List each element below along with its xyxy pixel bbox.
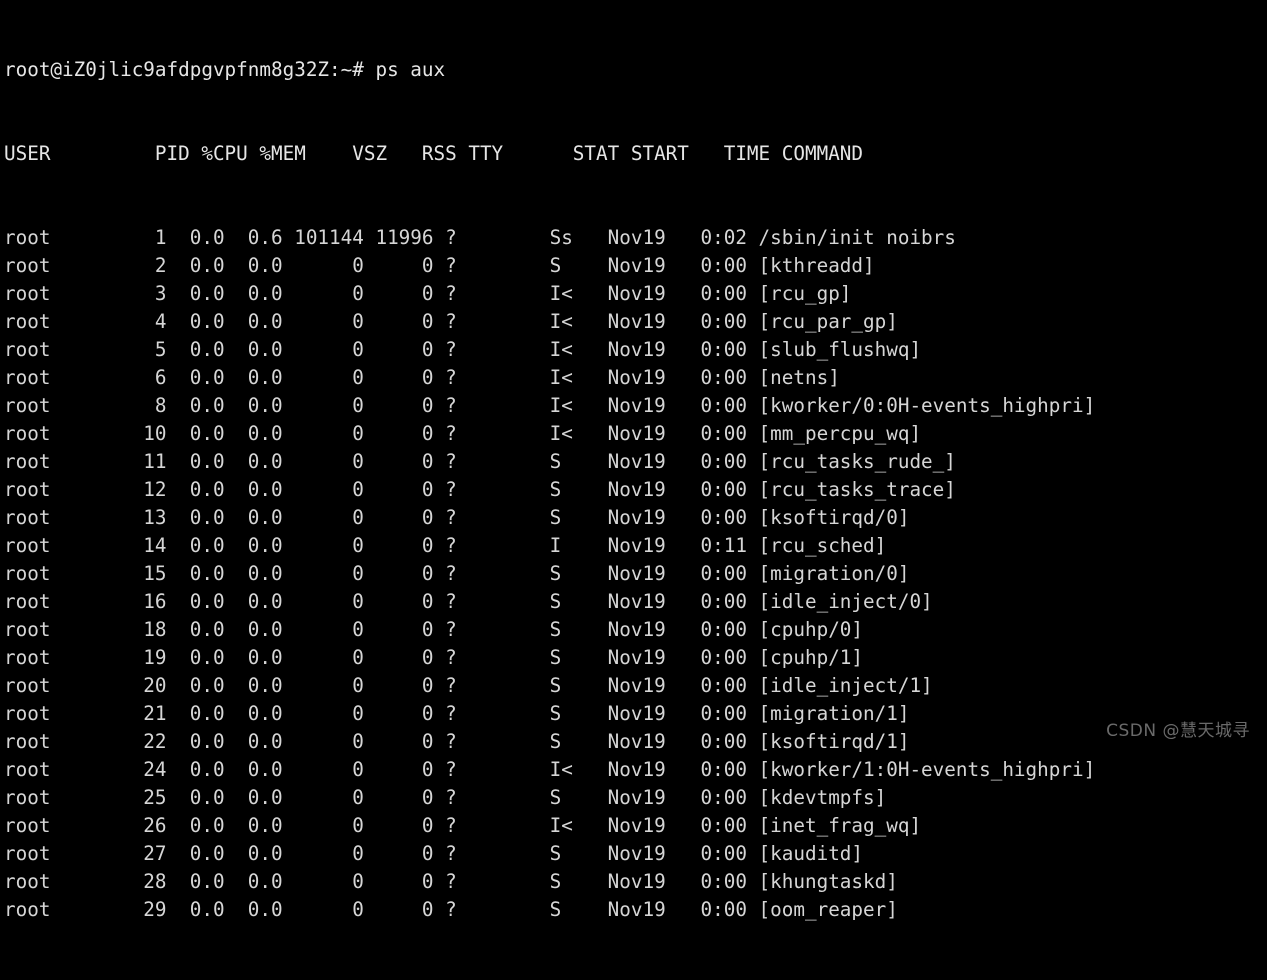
prompt-line: root@iZ0jlic9afdpgvpfnm8g32Z:~# ps aux [4, 58, 446, 81]
process-row: root 18 0.0 0.0 0 0 ? S Nov19 0:00 [cpuh… [4, 618, 864, 641]
process-row: root 3 0.0 0.0 0 0 ? I< Nov19 0:00 [rcu_… [4, 282, 852, 305]
process-row: root 22 0.0 0.0 0 0 ? S Nov19 0:00 [ksof… [4, 730, 910, 753]
process-row: root 8 0.0 0.0 0 0 ? I< Nov19 0:00 [kwor… [4, 394, 1096, 417]
process-row: root 10 0.0 0.0 0 0 ? I< Nov19 0:00 [mm_… [4, 422, 922, 445]
process-row: root 26 0.0 0.0 0 0 ? I< Nov19 0:00 [ine… [4, 814, 922, 837]
process-row: root 25 0.0 0.0 0 0 ? S Nov19 0:00 [kdev… [4, 786, 887, 809]
process-row: root 29 0.0 0.0 0 0 ? S Nov19 0:00 [oom_… [4, 898, 898, 921]
process-row: root 1 0.0 0.6 101144 11996 ? Ss Nov19 0… [4, 226, 956, 249]
process-row: root 11 0.0 0.0 0 0 ? S Nov19 0:00 [rcu_… [4, 450, 956, 473]
process-row: root 15 0.0 0.0 0 0 ? S Nov19 0:00 [migr… [4, 562, 910, 585]
process-row: root 12 0.0 0.0 0 0 ? S Nov19 0:00 [rcu_… [4, 478, 956, 501]
ps-table-header: USER PID %CPU %MEM VSZ RSS TTY STAT STAR… [4, 142, 864, 165]
ps-table-body: root 1 0.0 0.6 101144 11996 ? Ss Nov19 0… [4, 224, 1267, 924]
process-row: root 28 0.0 0.0 0 0 ? S Nov19 0:00 [khun… [4, 870, 898, 893]
process-row: root 14 0.0 0.0 0 0 ? I Nov19 0:11 [rcu_… [4, 534, 887, 557]
process-row: root 16 0.0 0.0 0 0 ? S Nov19 0:00 [idle… [4, 590, 933, 613]
process-row: root 19 0.0 0.0 0 0 ? S Nov19 0:00 [cpuh… [4, 646, 864, 669]
process-row: root 21 0.0 0.0 0 0 ? S Nov19 0:00 [migr… [4, 702, 910, 725]
terminal-window[interactable]: root@iZ0jlic9afdpgvpfnm8g32Z:~# ps aux U… [0, 0, 1267, 921]
process-row: root 2 0.0 0.0 0 0 ? S Nov19 0:00 [kthre… [4, 254, 875, 277]
process-row: root 5 0.0 0.0 0 0 ? I< Nov19 0:00 [slub… [4, 338, 922, 361]
process-row: root 20 0.0 0.0 0 0 ? S Nov19 0:00 [idle… [4, 674, 933, 697]
process-row: root 27 0.0 0.0 0 0 ? S Nov19 0:00 [kaud… [4, 842, 864, 865]
process-row: root 6 0.0 0.0 0 0 ? I< Nov19 0:00 [netn… [4, 366, 840, 389]
terminal-screen[interactable]: root@iZ0jlic9afdpgvpfnm8g32Z:~# ps aux U… [4, 0, 1267, 980]
process-row: root 24 0.0 0.0 0 0 ? I< Nov19 0:00 [kwo… [4, 758, 1096, 781]
process-row: root 13 0.0 0.0 0 0 ? S Nov19 0:00 [ksof… [4, 506, 910, 529]
process-row: root 4 0.0 0.0 0 0 ? I< Nov19 0:00 [rcu_… [4, 310, 898, 333]
